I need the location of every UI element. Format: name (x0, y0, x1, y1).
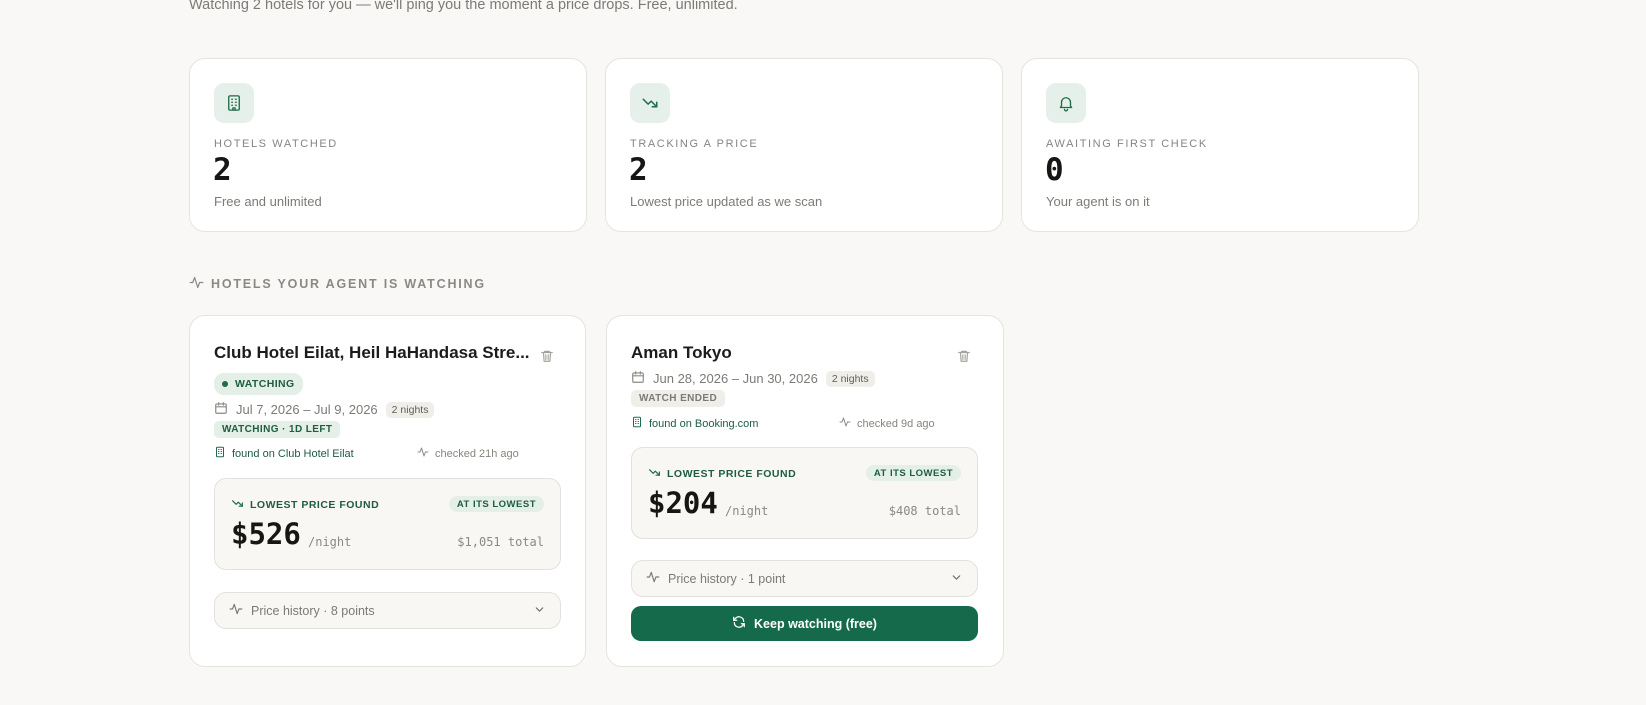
stat-caption: Your agent is on it (1046, 194, 1150, 209)
stat-value: 0 (1045, 152, 1064, 188)
lowest-price-panel: LOWEST PRICE FOUND AT ITS LOWEST $204 /n… (631, 447, 978, 539)
keep-watching-button[interactable]: Keep watching (free) (631, 606, 978, 641)
checked-label: checked 21h ago (435, 447, 519, 460)
nights-badge: 2 nights (825, 370, 875, 387)
status-dot (222, 381, 228, 387)
stat-value: 2 (213, 152, 232, 188)
source-label: found on Club Hotel Eilat (232, 447, 354, 460)
source-info: found on Booking.com (631, 416, 758, 431)
hotel-card: Club Hotel Eilat, Heil HaHandasa Stre...… (189, 315, 586, 667)
price-label: LOWEST PRICE FOUND (231, 497, 379, 513)
stat-label: AWAITING FIRST CHECK (1046, 138, 1208, 150)
chevron-down-icon (950, 571, 963, 587)
watch-status-badge: WATCH ENDED (631, 390, 726, 407)
stat-card-hotels-watched: HOTELS WATCHED 2 Free and unlimited (189, 58, 587, 232)
stat-caption: Lowest price updated as we scan (630, 194, 823, 209)
hotel-name: Club Hotel Eilat, Heil HaHandasa Stre... (214, 343, 530, 362)
at-lowest-badge: AT ITS LOWEST (448, 496, 544, 512)
calendar-icon (631, 370, 645, 387)
watch-status-badge: WATCHING · 1D LEFT (214, 421, 341, 438)
activity-icon (839, 416, 851, 431)
source-info: found on Club Hotel Eilat (214, 446, 354, 461)
stay-dates: Jul 7, 2026 – Jul 9, 2026 2 nights (214, 401, 435, 418)
hotel-card: Aman Tokyo Jun 28, 2026 – Jun 30, 2026 2… (606, 315, 1004, 667)
trash-icon[interactable] (957, 348, 971, 364)
price-history-label: Price history · 8 points (251, 603, 375, 618)
price-history-label: Price history · 1 point (668, 571, 786, 586)
trending-down-icon (630, 83, 670, 123)
price-history-toggle[interactable]: Price history · 1 point (631, 560, 978, 597)
at-lowest-badge: AT ITS LOWEST (865, 465, 961, 481)
stat-caption: Free and unlimited (214, 194, 322, 209)
trending-down-icon (648, 466, 661, 482)
nights-badge: 2 nights (385, 401, 435, 418)
nightly-price: $526 (231, 517, 301, 551)
building-icon (631, 416, 643, 431)
source-label: found on Booking.com (649, 417, 759, 430)
price-label-text: LOWEST PRICE FOUND (250, 499, 380, 511)
stat-label: HOTELS WATCHED (214, 138, 338, 150)
section-heading: HOTELS YOUR AGENT IS WATCHING (189, 275, 486, 293)
page-subtitle: Watching 2 hotels for you — we'll ping y… (189, 0, 738, 13)
refresh-icon (732, 615, 746, 632)
activity-icon (229, 602, 243, 619)
building-icon (214, 83, 254, 123)
stat-card-awaiting-check: AWAITING FIRST CHECK 0 Your agent is on … (1021, 58, 1419, 232)
status-badge: WATCHING (214, 373, 303, 395)
price-label: LOWEST PRICE FOUND (648, 466, 796, 482)
total-price: $408 total (888, 504, 961, 518)
stat-label: TRACKING A PRICE (630, 138, 759, 150)
activity-icon (646, 570, 660, 587)
status-badge-label: WATCHING (235, 378, 295, 390)
date-range: Jul 7, 2026 – Jul 9, 2026 (236, 402, 378, 417)
bell-icon (1046, 83, 1086, 123)
checked-label: checked 9d ago (857, 417, 935, 430)
per-night-label: /night (725, 504, 769, 518)
activity-icon (417, 446, 429, 461)
trending-down-icon (231, 497, 244, 513)
keep-watching-label: Keep watching (free) (754, 616, 877, 631)
calendar-icon (214, 401, 228, 418)
checked-info: checked 9d ago (839, 416, 935, 431)
section-title: HOTELS YOUR AGENT IS WATCHING (211, 277, 486, 291)
stay-dates: Jun 28, 2026 – Jun 30, 2026 2 nights (631, 370, 875, 387)
price-history-toggle[interactable]: Price history · 8 points (214, 592, 561, 629)
total-price: $1,051 total (457, 535, 544, 549)
stat-value: 2 (629, 152, 648, 188)
trash-icon[interactable] (540, 348, 554, 364)
hotel-name: Aman Tokyo (631, 343, 732, 362)
date-range: Jun 28, 2026 – Jun 30, 2026 (653, 371, 818, 386)
lowest-price-panel: LOWEST PRICE FOUND AT ITS LOWEST $526 /n… (214, 478, 561, 570)
building-icon (214, 446, 226, 461)
nightly-price: $204 (648, 486, 718, 520)
checked-info: checked 21h ago (417, 446, 519, 461)
per-night-label: /night (308, 535, 352, 549)
price-label-text: LOWEST PRICE FOUND (667, 468, 797, 480)
activity-icon (189, 275, 204, 293)
chevron-down-icon (533, 603, 546, 619)
stat-card-tracking-price: TRACKING A PRICE 2 Lowest price updated … (605, 58, 1003, 232)
